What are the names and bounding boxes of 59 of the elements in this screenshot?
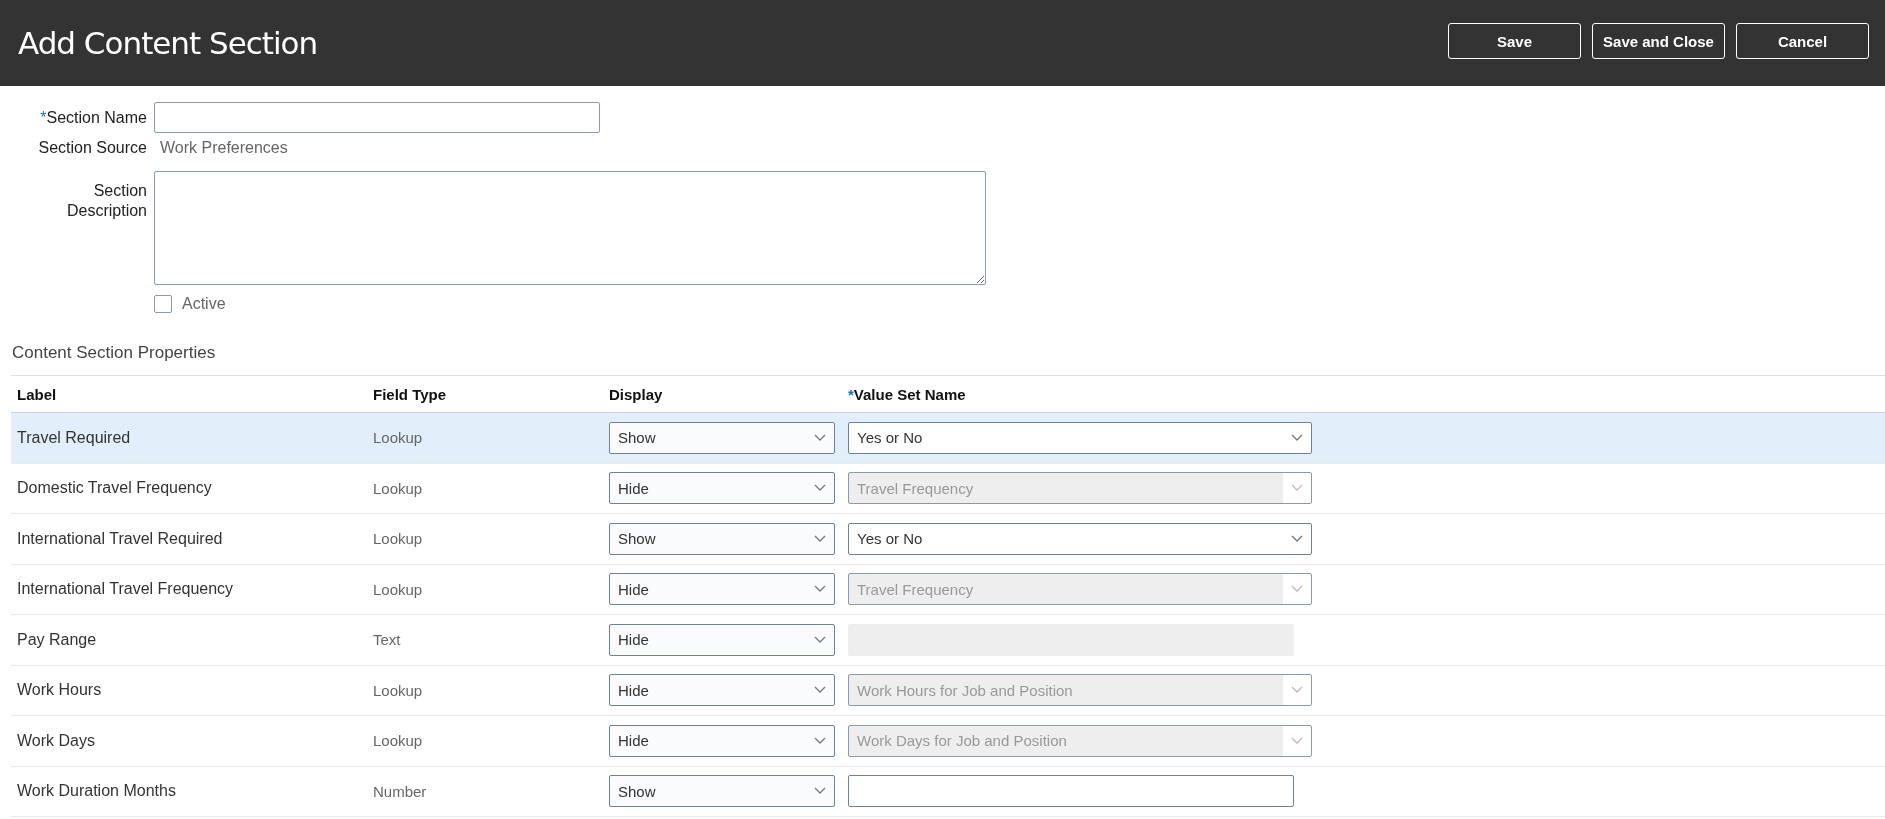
chevron-down-icon — [814, 686, 826, 695]
row-label: Work Days — [17, 731, 96, 750]
chevron-down-icon — [814, 736, 826, 745]
chevron-down-icon — [1291, 736, 1303, 745]
field-type: Number — [373, 782, 428, 800]
header-button[interactable]: Cancel — [1736, 23, 1869, 59]
chevron-down-icon — [814, 635, 826, 644]
row-label: International Travel Required — [17, 529, 224, 548]
chevron-down-icon — [1291, 585, 1303, 594]
field-type: Lookup — [373, 681, 424, 699]
row-label: Work Duration Months — [17, 782, 177, 801]
section-name-input[interactable] — [154, 102, 600, 133]
value-set-select[interactable]: Yes or No — [848, 522, 1312, 555]
value-set-select[interactable]: Yes or No — [848, 421, 1312, 454]
display-select[interactable]: Show — [609, 421, 835, 454]
header-button[interactable]: Save and Close — [1592, 23, 1725, 59]
column-header: Display — [609, 385, 664, 403]
field-type: Lookup — [373, 732, 424, 750]
display-select[interactable]: Hide — [609, 674, 835, 707]
display-select[interactable]: Hide — [609, 623, 835, 656]
column-header: Field Type — [373, 385, 448, 403]
chevron-down-icon — [814, 787, 826, 796]
field-label: Section Description — [65, 181, 147, 221]
field-label: Section Source — [37, 138, 147, 158]
chevron-down-icon — [1291, 686, 1303, 695]
column-header: *Value Set Name — [848, 385, 967, 403]
header-button[interactable]: Save — [1448, 23, 1581, 59]
column-header: Label — [17, 385, 58, 403]
section-description-input[interactable] — [154, 171, 986, 285]
section-title: Content Section Properties — [11, 342, 217, 364]
chevron-down-icon — [814, 433, 826, 442]
row-label: Travel Required — [17, 428, 132, 447]
active-checkbox[interactable] — [154, 295, 172, 313]
field-type: Lookup — [373, 580, 424, 598]
value-set-field[interactable] — [848, 775, 1294, 808]
checkbox-label: Active — [182, 295, 226, 313]
chevron-down-icon — [814, 534, 826, 543]
row-label: International Travel Frequency — [17, 580, 235, 599]
display-select[interactable]: Hide — [609, 724, 835, 757]
display-select[interactable]: Show — [609, 522, 835, 555]
chevron-down-icon — [814, 484, 826, 493]
field-label: *Section Name — [39, 107, 147, 128]
display-select[interactable]: Hide — [609, 573, 835, 606]
table-row[interactable]: Travel Required Lookup Show Yes or No — [11, 413, 1885, 464]
row-label: Domestic Travel Frequency — [17, 479, 213, 498]
page-title: Add Content Section — [18, 25, 318, 61]
chevron-down-icon — [1291, 534, 1303, 543]
field-type: Lookup — [373, 429, 424, 447]
field-type: Lookup — [373, 530, 424, 548]
chevron-down-icon — [1291, 484, 1303, 493]
chevron-down-icon — [814, 585, 826, 594]
section-source-value: Work Preferences — [159, 138, 289, 158]
field-type: Lookup — [373, 479, 424, 497]
row-label: Pay Range — [17, 630, 98, 649]
display-select[interactable]: Hide — [609, 472, 835, 505]
field-type: Text — [373, 631, 402, 649]
display-select[interactable]: Show — [609, 775, 835, 808]
row-label: Work Hours — [17, 681, 103, 700]
chevron-down-icon — [1291, 433, 1303, 442]
